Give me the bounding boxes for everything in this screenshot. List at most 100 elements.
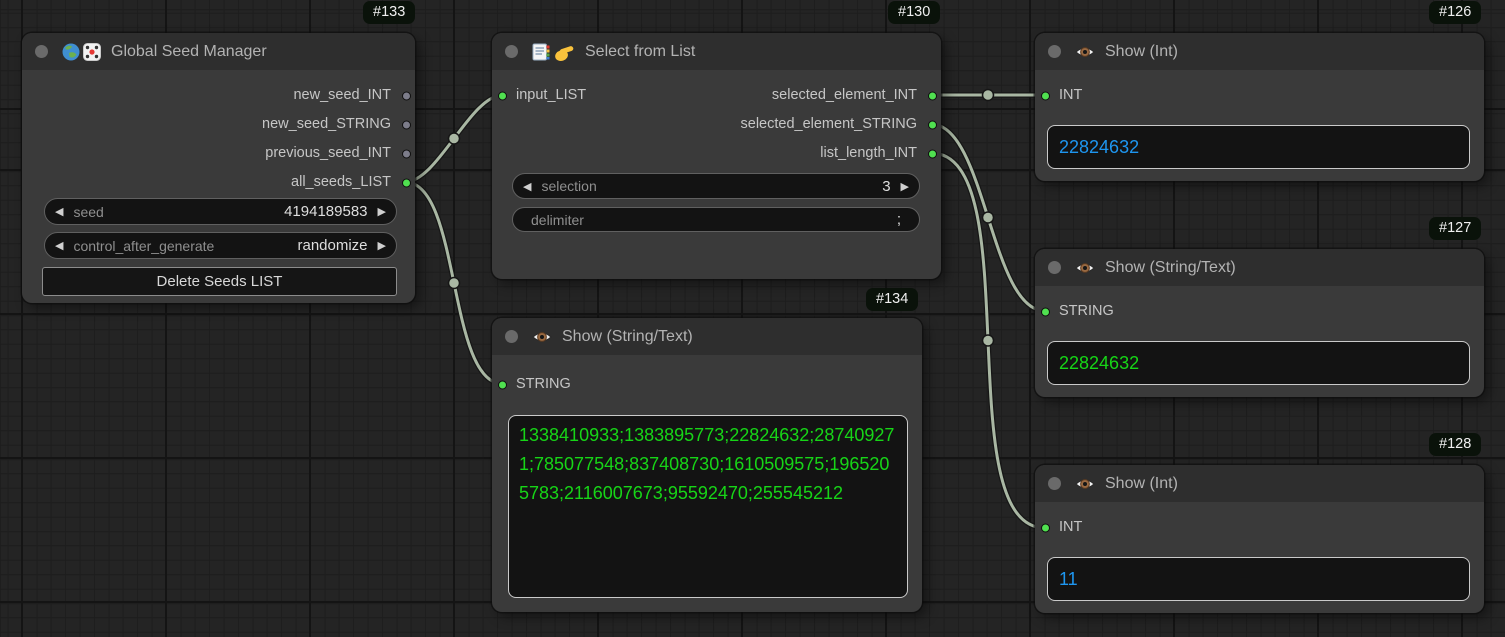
input-label: STRING — [516, 376, 571, 392]
widget-value[interactable]: ; — [897, 211, 901, 228]
control-after-generate-widget[interactable]: ◀ control_after_generate randomize ▶ — [44, 232, 397, 259]
node-titlebar[interactable]: Show (String/Text) — [1035, 249, 1484, 286]
increment-icon[interactable]: ▶ — [891, 180, 919, 193]
increment-icon[interactable]: ▶ — [368, 205, 396, 218]
decrement-icon[interactable]: ◀ — [45, 205, 73, 218]
node-show-string-127[interactable]: Show (String/Text) STRING 22824632 — [1035, 249, 1484, 397]
link-midpoint-dot[interactable] — [983, 212, 994, 223]
output-label: new_seed_INT — [293, 87, 391, 103]
input-row-string: STRING — [1035, 297, 1484, 326]
node-title: Show (Int) — [1105, 475, 1178, 493]
input-row-int: INT — [1035, 81, 1484, 110]
node-id-badge: #133 — [363, 1, 415, 24]
output-label: previous_seed_INT — [265, 145, 391, 161]
eye-icon — [1074, 258, 1096, 278]
output-row-all-seeds-list: all_seeds_LIST — [22, 168, 415, 197]
output-label: list_length_INT — [820, 145, 917, 161]
output-slot-previous-seed-int[interactable] — [402, 149, 411, 158]
node-show-int-126[interactable]: Show (Int) INT 22824632 — [1035, 33, 1484, 181]
string-value-display[interactable]: 22824632 — [1047, 341, 1470, 385]
input-slot-string[interactable] — [1041, 307, 1050, 316]
collapse-dot-icon[interactable] — [1048, 261, 1061, 274]
int-value-display[interactable]: 22824632 — [1047, 125, 1470, 169]
string-value-display[interactable]: 1338410933;1383895773;22824632;287409271… — [508, 415, 908, 598]
node-title: Select from List — [585, 43, 695, 61]
seed-widget[interactable]: ◀ seed 4194189583 ▶ — [44, 198, 397, 225]
globe-icon — [61, 42, 81, 62]
output-row-list-length-int: list_length_INT — [492, 139, 941, 168]
node-id-badge: #130 — [888, 1, 940, 24]
node-title: Show (String/Text) — [562, 328, 693, 346]
output-label: all_seeds_LIST — [291, 174, 391, 190]
selection-widget[interactable]: ◀ selection 3 ▶ — [512, 173, 920, 199]
eye-icon — [531, 327, 553, 347]
node-graph-canvas[interactable]: { "canvas": { "wire_color": "#a9b7a3", "… — [0, 0, 1505, 637]
node-show-int-128[interactable]: Show (Int) INT 11 — [1035, 465, 1484, 613]
node-select-from-list[interactable]: Select from List input_LIST selected_ele… — [492, 33, 941, 279]
node-title: Global Seed Manager — [111, 43, 267, 61]
input-label: INT — [1059, 519, 1082, 535]
node-title: Show (String/Text) — [1105, 259, 1236, 277]
output-label: selected_element_INT — [772, 87, 917, 103]
node-id-badge: #126 — [1429, 1, 1481, 24]
decrement-icon[interactable]: ◀ — [513, 180, 541, 193]
eye-icon — [1074, 474, 1096, 494]
note-icon — [531, 42, 551, 62]
input-label: STRING — [1059, 303, 1114, 319]
output-label: selected_element_STRING — [741, 116, 918, 132]
widget-value[interactable]: 4194189583 — [284, 203, 367, 220]
collapse-dot-icon[interactable] — [1048, 477, 1061, 490]
collapse-dot-icon[interactable] — [505, 45, 518, 58]
widget-value[interactable]: randomize — [297, 237, 367, 254]
output-slot-selected-element-string[interactable] — [928, 120, 937, 129]
output-slot-selected-element-int[interactable] — [928, 91, 937, 100]
node-titlebar[interactable]: Show (String/Text) — [492, 318, 922, 355]
link-midpoint-dot[interactable] — [449, 133, 460, 144]
node-titlebar[interactable]: Select from List — [492, 33, 941, 70]
collapse-dot-icon[interactable] — [1048, 45, 1061, 58]
output-row-selected-element-string: selected_element_STRING — [492, 110, 941, 139]
output-slot-list-length-int[interactable] — [928, 149, 937, 158]
node-id-badge: #134 — [866, 288, 918, 311]
link-midpoint-dot[interactable] — [983, 335, 994, 346]
output-row-selected-element-int: selected_element_INT — [492, 81, 941, 110]
widget-label: seed — [73, 204, 103, 220]
node-global-seed-manager[interactable]: Global Seed Manager new_seed_INT new_see… — [22, 33, 415, 303]
delimiter-widget[interactable]: delimiter ; — [512, 207, 920, 232]
node-show-string-134[interactable]: Show (String/Text) STRING 1338410933;138… — [492, 318, 922, 612]
output-label: new_seed_STRING — [262, 116, 391, 132]
widget-label: selection — [541, 178, 596, 194]
output-slot-new-seed-string[interactable] — [402, 120, 411, 129]
input-label: INT — [1059, 87, 1082, 103]
input-row-string: STRING — [492, 370, 922, 399]
node-titlebar[interactable]: Show (Int) — [1035, 33, 1484, 70]
input-slot-string[interactable] — [498, 380, 507, 389]
output-row-new-seed-int: new_seed_INT — [22, 81, 415, 110]
collapse-dot-icon[interactable] — [505, 330, 518, 343]
collapse-dot-icon[interactable] — [35, 45, 48, 58]
input-slot-int[interactable] — [1041, 523, 1050, 532]
widget-label: control_after_generate — [73, 238, 214, 254]
node-id-badge: #128 — [1429, 433, 1481, 456]
widget-value[interactable]: 3 — [882, 178, 890, 195]
node-title: Show (Int) — [1105, 43, 1178, 61]
link-midpoint-dot[interactable] — [983, 90, 994, 101]
output-row-new-seed-string: new_seed_STRING — [22, 110, 415, 139]
input-slot-int[interactable] — [1041, 91, 1050, 100]
eye-icon — [1074, 42, 1096, 62]
pointing-hand-icon — [552, 41, 576, 63]
node-titlebar[interactable]: Show (Int) — [1035, 465, 1484, 502]
decrement-icon[interactable]: ◀ — [45, 239, 73, 252]
node-id-badge: #127 — [1429, 217, 1481, 240]
node-titlebar[interactable]: Global Seed Manager — [22, 33, 415, 70]
output-slot-new-seed-int[interactable] — [402, 91, 411, 100]
output-row-previous-seed-int: previous_seed_INT — [22, 139, 415, 168]
increment-icon[interactable]: ▶ — [368, 239, 396, 252]
int-value-display[interactable]: 11 — [1047, 557, 1470, 601]
output-slot-all-seeds-list[interactable] — [402, 178, 411, 187]
widget-label: delimiter — [531, 212, 584, 228]
input-row-int: INT — [1035, 513, 1484, 542]
link-midpoint-dot[interactable] — [449, 278, 460, 289]
die-icon — [82, 42, 102, 62]
delete-seeds-list-button[interactable]: Delete Seeds LIST — [42, 267, 397, 296]
